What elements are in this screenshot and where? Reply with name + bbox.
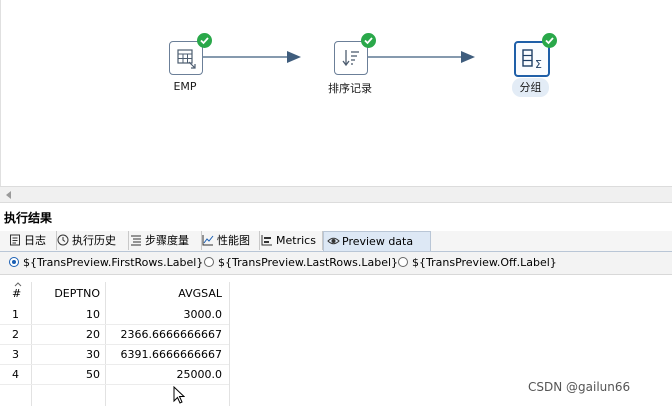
tab-label: Preview data: [342, 235, 414, 248]
table-input-icon: [169, 41, 203, 75]
log-icon: [10, 234, 20, 246]
execution-results-title: 执行结果: [4, 211, 53, 225]
cell-avgsal: 2366.6666666667: [120, 328, 222, 341]
radio-preview-off[interactable]: ${TransPreview.Off.Label}: [398, 256, 557, 269]
performance-chart-icon: [202, 235, 214, 246]
history-icon: [57, 234, 69, 246]
column-header-deptno[interactable]: DEPTNO: [32, 284, 100, 304]
row-index: 3: [12, 348, 19, 361]
success-check-icon: [197, 33, 212, 48]
step-label: EMP: [173, 80, 197, 93]
radio-label: ${TransPreview.LastRows.Label}: [218, 256, 399, 269]
row-index: 1: [12, 308, 19, 321]
cell-avgsal: 3000.0: [183, 308, 223, 321]
transformation-canvas[interactable]: EMP 排序记录 Σ 分组: [0, 0, 672, 186]
tab-log[interactable]: 日志: [6, 231, 57, 250]
column-header-index[interactable]: #: [12, 284, 21, 304]
radio-selected-icon: [9, 257, 19, 267]
step-label: 排序记录: [328, 82, 372, 95]
metrics-icon: [261, 235, 272, 246]
tab-performance-chart[interactable]: 性能图: [199, 231, 260, 250]
eye-icon: [327, 237, 340, 245]
tab-step-metrics[interactable]: 步骤度量: [127, 231, 202, 250]
tab-label: 性能图: [217, 234, 250, 247]
preview-options: ${TransPreview.FirstRows.Label} ${TransP…: [0, 252, 672, 275]
hop-arrow-icon: [287, 51, 301, 63]
row-index: 4: [12, 368, 19, 381]
tab-preview-data[interactable]: Preview data: [323, 231, 431, 251]
radio-label: ${TransPreview.FirstRows.Label}: [23, 256, 204, 269]
step-metrics-icon: [131, 235, 141, 246]
success-check-icon: [542, 33, 557, 48]
step-label: 分组: [512, 78, 549, 97]
radio-label: ${TransPreview.Off.Label}: [412, 256, 557, 269]
mouse-cursor-icon: [173, 386, 185, 404]
canvas-horizontal-scrollbar[interactable]: [0, 186, 672, 203]
tab-label: 日志: [24, 234, 46, 247]
radio-first-rows[interactable]: ${TransPreview.FirstRows.Label}: [9, 256, 203, 269]
cell-deptno: 30: [86, 348, 100, 361]
tab-execution-history[interactable]: 执行历史: [54, 231, 129, 250]
row-index: 2: [12, 328, 19, 341]
radio-last-rows[interactable]: ${TransPreview.LastRows.Label}: [204, 256, 398, 269]
column-header-avgsal[interactable]: AVGSAL: [106, 284, 222, 304]
tab-label: 执行历史: [72, 234, 116, 247]
watermark: CSDN @gailun66: [528, 380, 631, 394]
success-check-icon: [361, 33, 376, 48]
tab-metrics[interactable]: Metrics: [258, 231, 323, 250]
cell-deptno: 10: [86, 308, 100, 321]
radio-unselected-icon: [204, 257, 214, 267]
cell-avgsal: 6391.6666666667: [120, 348, 222, 361]
svg-text:Σ: Σ: [535, 58, 542, 71]
cell-deptno: 20: [86, 328, 100, 341]
radio-unselected-icon: [398, 257, 408, 267]
tab-label: Metrics: [276, 234, 316, 247]
cell-deptno: 50: [86, 368, 100, 381]
tab-label: 步骤度量: [145, 234, 189, 247]
cell-avgsal: 25000.0: [176, 368, 223, 381]
scroll-left-arrow-icon[interactable]: [6, 191, 11, 199]
results-tab-bar: 日志 执行历史 步骤度量 性能图 Metrics Preview data: [0, 231, 672, 252]
hop-arrow-icon: [461, 51, 475, 63]
